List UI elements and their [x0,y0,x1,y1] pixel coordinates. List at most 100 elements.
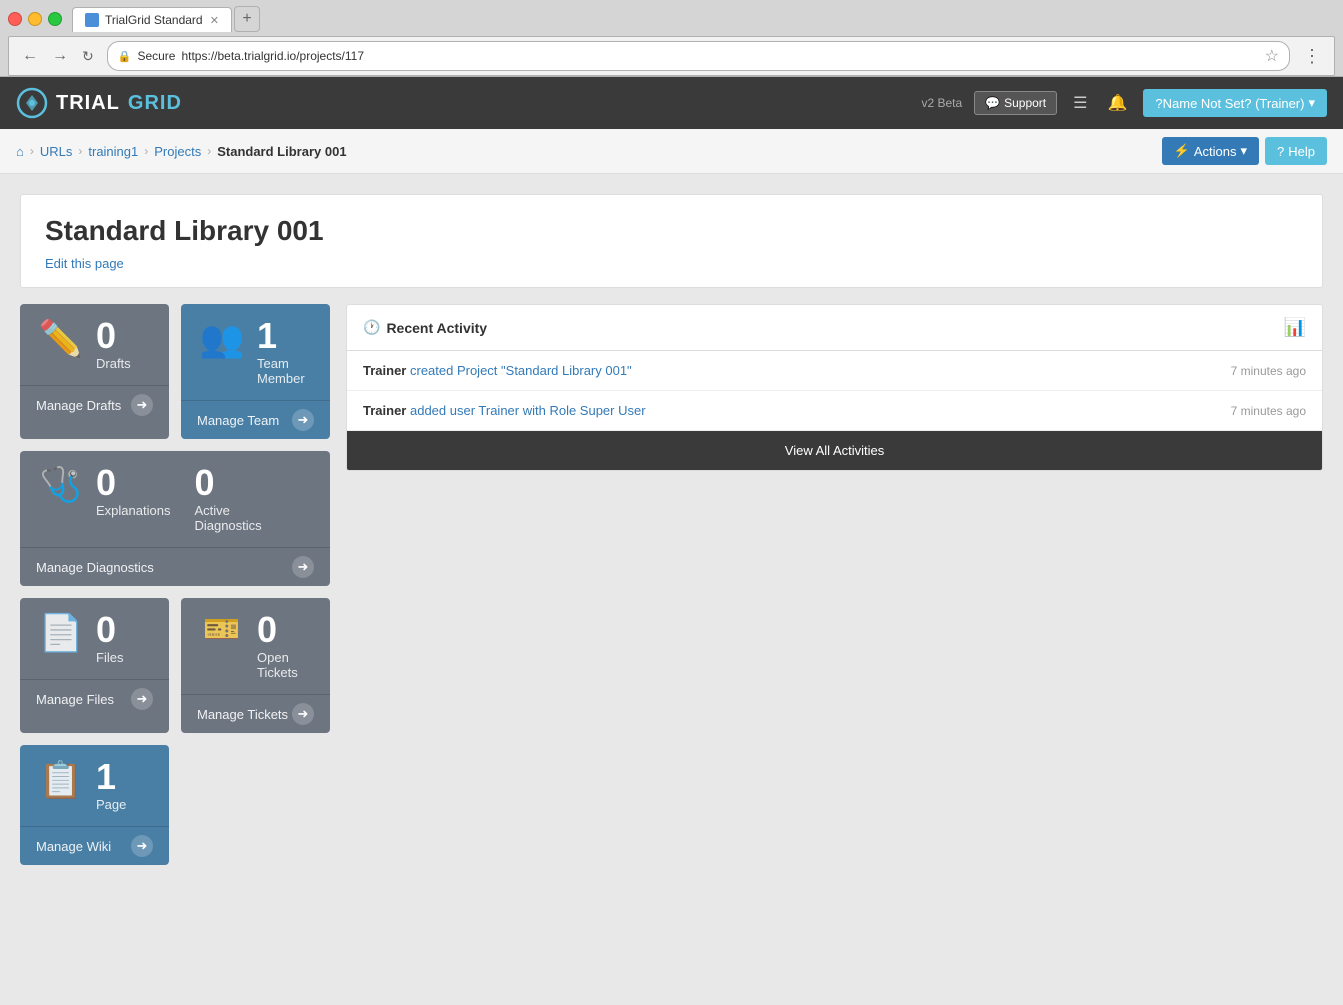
tickets-info: 0 Open Tickets [257,612,298,680]
diagnostics-card-inner: 🩺 0 Explanations 0 Active Diagnostics [20,451,330,547]
wiki-card[interactable]: 📋 1 Page Manage Wiki ➜ [20,745,169,865]
tickets-arrow: ➜ [292,703,314,725]
close-btn[interactable] [8,12,22,26]
url-bar[interactable]: 🔒 Secure https://beta.trialgrid.io/proje… [107,41,1290,71]
team-label: Team Member [257,356,314,386]
files-footer: Manage Files ➜ [20,679,169,718]
actions-button[interactable]: ⚡ Actions ▾ [1162,137,1259,165]
cards-column: ✏️ 0 Drafts Manage Drafts ➜ [20,304,330,865]
urls-link[interactable]: URLs [40,144,73,159]
logo-icon [16,87,48,119]
chart-icon[interactable]: 📊 [1284,317,1306,338]
wiki-card-inner: 📋 1 Page [20,745,169,826]
bookmark-icon[interactable]: ☆ [1265,46,1279,66]
user-label: ?Name Not Set? (Trainer) [1155,96,1304,111]
tickets-card[interactable]: 🎫 0 Open Tickets Manage Tickets ➜ [181,598,330,733]
home-link[interactable]: ⌂ [16,144,24,159]
chat-icon: 💬 [985,96,1000,110]
app-container: TRIAL GRID v2 Beta 💬 Support ☰ 🔔 ?Name No… [0,77,1343,994]
drafts-footer: Manage Drafts ➜ [20,385,169,424]
reload-button[interactable]: ↻ [77,45,99,67]
help-button[interactable]: ? Help [1265,137,1327,165]
maximize-btn[interactable] [48,12,62,26]
forward-button[interactable]: → [47,45,73,67]
new-tab-button[interactable]: + [234,6,260,32]
activity-user-1: Trainer [363,403,406,418]
active-count-item: 0 Active Diagnostics [194,465,261,533]
drafts-info: 0 Drafts [96,318,131,371]
clock-icon: 🕐 [363,319,380,336]
menu-button[interactable]: ⋮ [1298,44,1326,69]
drafts-arrow: ➜ [131,394,153,416]
logo-grid: GRID [128,92,182,115]
manage-tickets-link[interactable]: Manage Tickets [197,707,288,722]
diagnostics-card[interactable]: 🩺 0 Explanations 0 Active Diagnostics [20,451,330,586]
support-button[interactable]: 💬 Support [974,91,1057,115]
url-text[interactable]: https://beta.trialgrid.io/projects/117 [181,49,364,63]
activity-action-1[interactable]: added user Trainer with Role Super User [410,403,646,418]
beta-badge: v2 Beta [921,96,962,110]
team-icon: 👥 [197,318,247,360]
wiki-arrow: ➜ [131,835,153,857]
files-card[interactable]: 📄 0 Files Manage Files ➜ [20,598,169,733]
manage-drafts-link[interactable]: Manage Drafts [36,398,121,413]
menu-icon-button[interactable]: ☰ [1069,89,1091,117]
breadcrumb-actions: ⚡ Actions ▾ ? Help [1162,137,1327,165]
tab-close-btn[interactable]: ✕ [210,14,219,27]
nav-buttons: ← → ↻ [17,45,99,67]
tab-label: TrialGrid Standard [105,13,203,27]
training-link[interactable]: training1 [88,144,138,159]
breadcrumb: ⌂ › URLs › training1 › Projects › Standa… [16,144,347,159]
diagnostics-arrow: ➜ [292,556,314,578]
drafts-count: 0 [96,318,131,354]
browser-tabs: TrialGrid Standard ✕ + [72,6,260,32]
wiki-count: 1 [96,759,126,795]
explanations-count: 0 [96,465,116,501]
ticket-icon: 🎫 [197,612,247,647]
logo-trial: TRIAL [56,92,120,115]
tickets-label: Open Tickets [257,650,298,680]
explanations-label: Explanations [96,503,170,518]
breadcrumb-current: Standard Library 001 [217,144,346,159]
cards-row-3: 📄 0 Files Manage Files ➜ [20,598,330,733]
wiki-info: 1 Page [96,759,126,812]
projects-link[interactable]: Projects [154,144,201,159]
manage-diagnostics-link[interactable]: Manage Diagnostics [36,560,154,575]
dashboard: ✏️ 0 Drafts Manage Drafts ➜ [20,304,1323,865]
minimize-btn[interactable] [28,12,42,26]
breadcrumb-sep-2: › [78,144,82,158]
edit-page-link[interactable]: Edit this page [45,256,124,271]
question-icon: ? [1277,144,1284,159]
main-content: Standard Library 001 Edit this page ✏️ 0… [0,174,1343,994]
drafts-card[interactable]: ✏️ 0 Drafts Manage Drafts ➜ [20,304,169,439]
actions-dropdown-arrow: ▾ [1240,143,1247,159]
back-button[interactable]: ← [17,45,43,67]
browser-chrome: TrialGrid Standard ✕ + ← → ↻ 🔒 Secure ht… [0,0,1343,77]
diagnostics-footer: Manage Diagnostics ➜ [20,547,330,586]
manage-wiki-link[interactable]: Manage Wiki [36,839,111,854]
page-header: Standard Library 001 Edit this page [20,194,1323,288]
files-info: 0 Files [96,612,123,665]
activity-panel-box: 🕐 Recent Activity 📊 Trainer created Proj… [346,304,1323,471]
secure-label: Secure [137,49,175,63]
files-label: Files [96,650,123,665]
breadcrumb-bar: ⌂ › URLs › training1 › Projects › Standa… [0,129,1343,174]
team-card[interactable]: 👥 1 Team Member Manage Team ➜ [181,304,330,439]
bolt-icon: ⚡ [1174,143,1190,159]
bell-icon-button[interactable]: 🔔 [1103,89,1131,117]
files-count: 0 [96,612,123,648]
breadcrumb-sep-4: › [207,144,211,158]
manage-files-link[interactable]: Manage Files [36,692,114,707]
activity-action-0[interactable]: created Project "Standard Library 001" [410,363,632,378]
tab-favicon [85,13,99,27]
drafts-card-inner: ✏️ 0 Drafts [20,304,169,385]
user-dropdown[interactable]: ?Name Not Set? (Trainer) ▾ [1143,89,1327,117]
nav-right: v2 Beta 💬 Support ☰ 🔔 ?Name Not Set? (Tr… [921,89,1327,117]
breadcrumb-sep-3: › [144,144,148,158]
activity-time-1: 7 minutes ago [1231,404,1306,418]
active-tab[interactable]: TrialGrid Standard ✕ [72,7,232,32]
manage-team-link[interactable]: Manage Team [197,413,279,428]
view-all-activities-button[interactable]: View All Activities [347,431,1322,470]
wiki-icon: 📋 [36,759,86,801]
dropdown-arrow: ▾ [1308,95,1315,111]
